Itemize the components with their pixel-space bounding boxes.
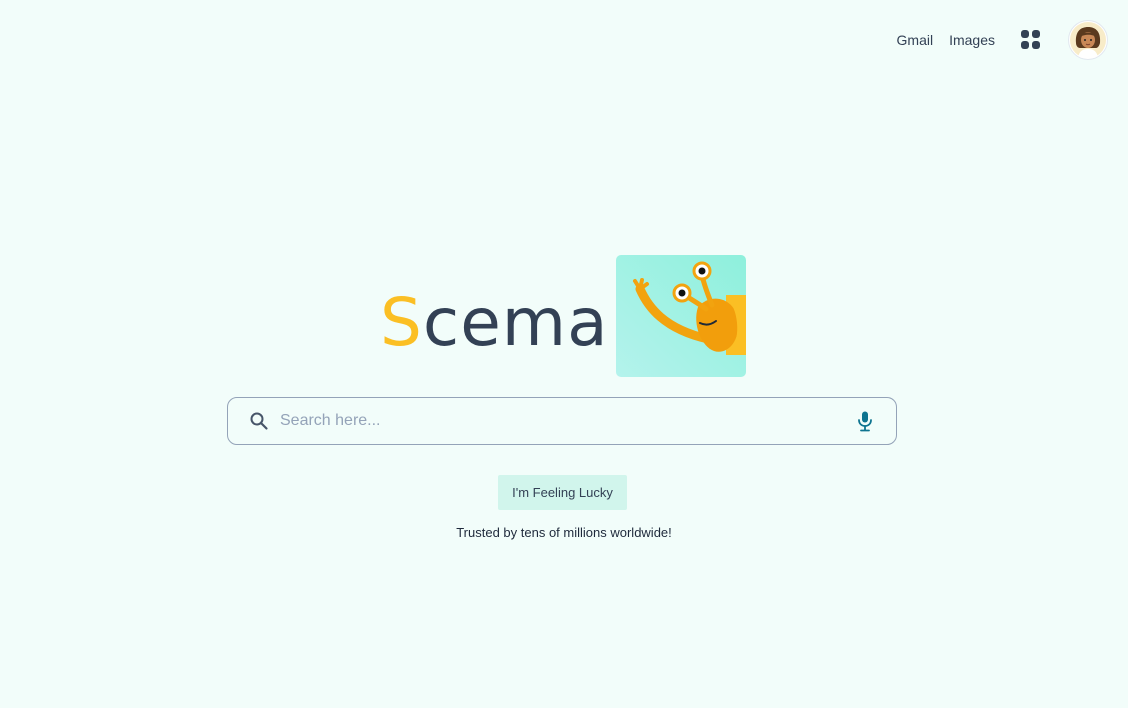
search-input[interactable]: [280, 406, 854, 436]
gmail-link[interactable]: Gmail: [897, 32, 934, 48]
user-avatar-icon: [1070, 22, 1106, 58]
tagline: Trusted by tens of millions worldwide!: [456, 525, 672, 540]
search-home-page: Gmail Images Scema Search here... I'm Fe…: [0, 0, 1128, 708]
apps-dot: [1032, 41, 1040, 49]
apps-dot: [1032, 30, 1040, 38]
apps-dot: [1021, 41, 1029, 49]
apps-grid-icon[interactable]: [1021, 30, 1041, 50]
logo-first-letter: S: [380, 284, 423, 361]
logo-rest: cema: [422, 284, 609, 361]
search-icon[interactable]: [248, 410, 270, 432]
microphone-icon[interactable]: [854, 410, 876, 432]
feeling-lucky-button[interactable]: I'm Feeling Lucky: [498, 475, 627, 510]
search-bar: [227, 397, 897, 445]
logo-wordmark: Scema: [380, 283, 609, 363]
apps-dot: [1021, 30, 1029, 38]
images-link[interactable]: Images: [949, 32, 995, 48]
logo: Scema: [380, 255, 750, 377]
top-bar: Gmail Images: [897, 20, 1108, 60]
snail-mascot-icon: [616, 255, 746, 377]
avatar[interactable]: [1068, 20, 1108, 60]
